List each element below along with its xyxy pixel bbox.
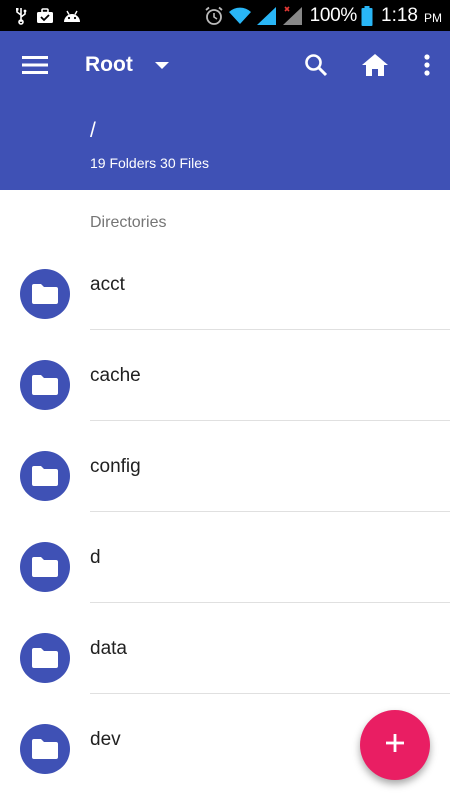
app-title: Root — [85, 53, 133, 76]
status-left-icons — [14, 7, 82, 25]
menu-button[interactable] — [14, 53, 56, 81]
current-path: / — [90, 119, 96, 142]
usb-icon — [14, 7, 28, 25]
clock-ampm: PM — [424, 11, 442, 25]
list-item-label: d — [90, 547, 101, 568]
status-right-icons: 100% 1:18 PM — [204, 5, 442, 27]
folder-icon — [20, 269, 70, 319]
signal-icon — [256, 6, 278, 26]
list-item-label: dev — [90, 729, 121, 750]
folder-icon — [20, 633, 70, 683]
battery-percent: 100% — [309, 4, 358, 26]
app-bar: Root / 19 Folders 30 Files — [0, 31, 450, 190]
folder-icon — [20, 542, 70, 592]
section-header: Directories — [90, 214, 167, 231]
wifi-icon — [228, 7, 252, 25]
more-options-button[interactable] — [414, 51, 440, 83]
alarm-icon — [204, 6, 224, 26]
more-vert-icon — [424, 53, 430, 81]
folder-icon — [20, 360, 70, 410]
briefcase-icon — [36, 7, 54, 24]
search-button[interactable] — [300, 51, 332, 83]
list-item[interactable]: cache — [0, 330, 450, 421]
directory-list: acct cache config d data dev — [0, 239, 450, 785]
signal-no-data-icon — [282, 5, 304, 26]
folder-icon — [20, 724, 70, 774]
list-item[interactable]: data — [0, 603, 450, 694]
dropdown-arrow-icon — [154, 62, 169, 70]
toolbar: Root — [0, 31, 450, 103]
home-icon — [362, 53, 388, 81]
search-icon — [304, 53, 328, 82]
battery-icon — [361, 5, 373, 26]
folder-icon — [20, 451, 70, 501]
list-item-label: config — [90, 456, 141, 477]
android-icon — [62, 9, 82, 23]
list-item[interactable]: d — [0, 512, 450, 603]
status-bar: 100% 1:18 PM — [0, 0, 450, 31]
list-item-label: data — [90, 638, 127, 659]
plus-icon — [385, 733, 405, 758]
list-item-label: cache — [90, 365, 141, 386]
list-item[interactable]: acct — [0, 239, 450, 330]
folder-file-summary: 19 Folders 30 Files — [90, 155, 210, 171]
home-button[interactable] — [358, 51, 392, 83]
list-item[interactable]: config — [0, 421, 450, 512]
add-fab-button[interactable] — [360, 710, 430, 780]
root-dropdown[interactable]: Root — [85, 53, 169, 77]
list-item-label: acct — [90, 274, 125, 295]
hamburger-menu-icon — [22, 55, 48, 80]
clock-time: 1:18 — [381, 4, 418, 26]
